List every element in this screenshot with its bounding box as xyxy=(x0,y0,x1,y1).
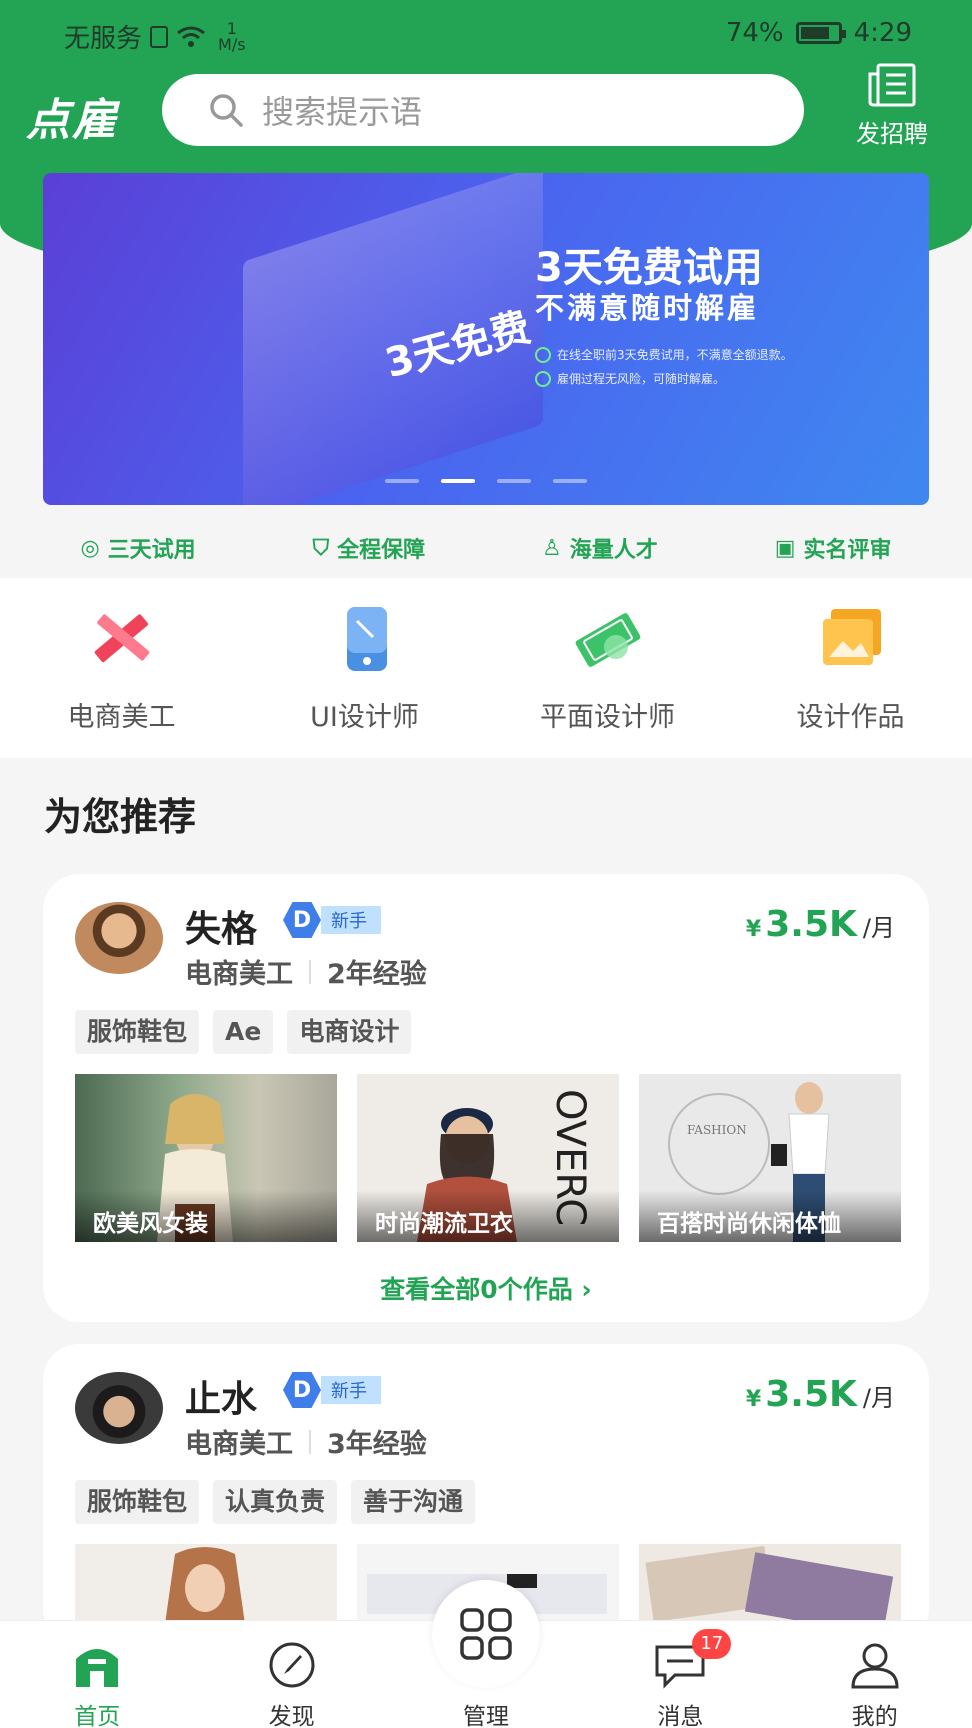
search-bar[interactable]: 搜索提示语 xyxy=(162,74,804,146)
compass-icon xyxy=(265,1641,319,1689)
skill-tag: 服饰鞋包 xyxy=(75,1480,200,1524)
section-title: 为您推荐 xyxy=(44,795,197,839)
wifi-icon xyxy=(177,26,205,47)
sim-icon xyxy=(150,25,169,48)
shield-icon: ⛉ xyxy=(312,535,330,561)
work-thumbnail[interactable]: FASHION 百搭时尚休闲体恤 xyxy=(639,1074,901,1242)
pagination-dot-active[interactable] xyxy=(441,479,475,483)
category-ui-designer[interactable]: UI设计师 xyxy=(255,603,475,734)
nav-discover[interactable]: 发现 xyxy=(232,1621,352,1728)
app-logo: 点雇 xyxy=(26,95,118,146)
feature-talent: ♙ 海量人才 xyxy=(542,535,658,564)
skill-tag: 服饰鞋包 xyxy=(75,1010,200,1054)
category-design-works[interactable]: 设计作品 xyxy=(741,603,961,734)
nav-messages[interactable]: 17 消息 xyxy=(620,1621,740,1728)
banner-subtitle: 不满意随时解雇 xyxy=(535,291,760,325)
work-caption: 百搭时尚休闲体恤 xyxy=(639,1190,901,1242)
feature-strip: ◎ 三天试用 ⛉ 全程保障 ♙ 海量人才 ▣ 实名评审 xyxy=(0,520,972,576)
level-badge: D 新手 xyxy=(283,1372,381,1408)
category-grid: 电商美工 UI设计师 平面设计师 设计作品 xyxy=(0,578,972,758)
post-job-label: 发招聘 xyxy=(856,120,928,148)
talent-meta: 电商美工 2年经验 xyxy=(185,952,427,991)
search-placeholder: 搜索提示语 xyxy=(262,93,423,131)
avatar[interactable] xyxy=(75,1372,163,1444)
nav-profile[interactable]: 我的 xyxy=(815,1621,935,1728)
user-icon xyxy=(848,1641,902,1689)
svg-text:FASHION: FASHION xyxy=(687,1123,747,1137)
network-speed: 1 M/s xyxy=(218,18,246,54)
battery-percent: 74% xyxy=(725,18,784,48)
feature-free-trial: ◎ 三天试用 xyxy=(80,535,196,564)
skill-tag: Ae xyxy=(213,1010,274,1054)
talent-card[interactable]: 失格 D 新手 电商美工 2年经验 ¥3.5K/月 服饰鞋包 Ae 电商设计 欧美风… xyxy=(43,874,929,1322)
talent-name: 止水 xyxy=(185,1379,258,1420)
check-icon xyxy=(535,346,551,363)
clock: 4:29 xyxy=(853,18,912,48)
talent-experience: 3年经验 xyxy=(327,1429,427,1460)
level-badge: D 新手 xyxy=(283,902,381,938)
salary: ¥3.5K/月 xyxy=(745,904,895,945)
home-icon xyxy=(70,1641,124,1689)
money-icon xyxy=(572,603,644,675)
unread-badge: 17 xyxy=(692,1629,732,1659)
banner-pagination xyxy=(43,479,929,483)
search-icon xyxy=(210,94,243,127)
ruler-pencil-icon xyxy=(86,603,158,675)
id-card-icon: ▣ xyxy=(774,535,796,561)
view-all-works-link[interactable]: 查看全部0个作品 › xyxy=(43,1270,929,1306)
talent-role: 电商美工 xyxy=(185,959,293,990)
grid-icon xyxy=(460,1608,512,1660)
pagination-dot[interactable] xyxy=(497,479,531,483)
skill-tag: 电商设计 xyxy=(287,1010,412,1054)
feature-guarantee: ⛉ 全程保障 xyxy=(312,535,426,564)
avatar[interactable] xyxy=(75,902,163,974)
work-caption: 欧美风女装 xyxy=(75,1190,337,1242)
document-icon xyxy=(868,63,916,107)
free-icon: ◎ xyxy=(80,535,100,561)
salary: ¥3.5K/月 xyxy=(745,1374,895,1415)
nav-home[interactable]: 首页 xyxy=(37,1621,157,1728)
check-icon xyxy=(535,370,551,387)
category-ecommerce-artist[interactable]: 电商美工 xyxy=(12,603,232,734)
talent-meta: 电商美工 3年经验 xyxy=(185,1422,427,1461)
manage-button[interactable] xyxy=(432,1580,540,1688)
category-graphic-designer[interactable]: 平面设计师 xyxy=(498,603,718,734)
person-icon: ♙ xyxy=(542,535,562,561)
battery-icon xyxy=(795,22,846,44)
pagination-dot[interactable] xyxy=(553,479,587,483)
banner-line-2: 雇佣过程无风险，可随时解雇。 xyxy=(535,370,725,387)
talent-experience: 2年经验 xyxy=(327,959,427,990)
phone-icon xyxy=(329,603,401,675)
talent-role: 电商美工 xyxy=(185,1429,293,1460)
banner-line-1: 在线全职前3天免费试用，不满意全额退款。 xyxy=(535,346,793,363)
post-job-button[interactable]: 发招聘 xyxy=(844,62,940,149)
pagination-dot[interactable] xyxy=(385,479,419,483)
tag-list: 服饰鞋包 Ae 电商设计 xyxy=(75,1010,412,1054)
promo-banner[interactable]: 3天免费 3天免费试用 不满意随时解雇 在线全职前3天免费试用，不满意全额退款。… xyxy=(43,173,929,505)
work-thumbnail[interactable]: 欧美风女装 xyxy=(75,1074,337,1242)
work-caption: 时尚潮流卫衣 xyxy=(357,1190,619,1242)
skill-tag: 认真负责 xyxy=(213,1480,338,1524)
talent-name: 失格 xyxy=(185,909,258,950)
work-thumbnail[interactable]: OVERC 时尚潮流卫衣 xyxy=(357,1074,619,1242)
picture-icon xyxy=(815,603,887,675)
carrier-text: 无服务 xyxy=(64,24,143,54)
work-gallery: 欧美风女装 OVERC 时尚潮流卫衣 FASHION 百搭时尚休闲体恤 xyxy=(75,1074,901,1242)
feature-verified: ▣ 实名评审 xyxy=(774,535,892,564)
status-bar: 无服务 1 M/s 74% 4:29 xyxy=(0,0,972,66)
tag-list: 服饰鞋包 认真负责 善于沟通 xyxy=(75,1480,476,1524)
skill-tag: 善于沟通 xyxy=(351,1480,476,1524)
